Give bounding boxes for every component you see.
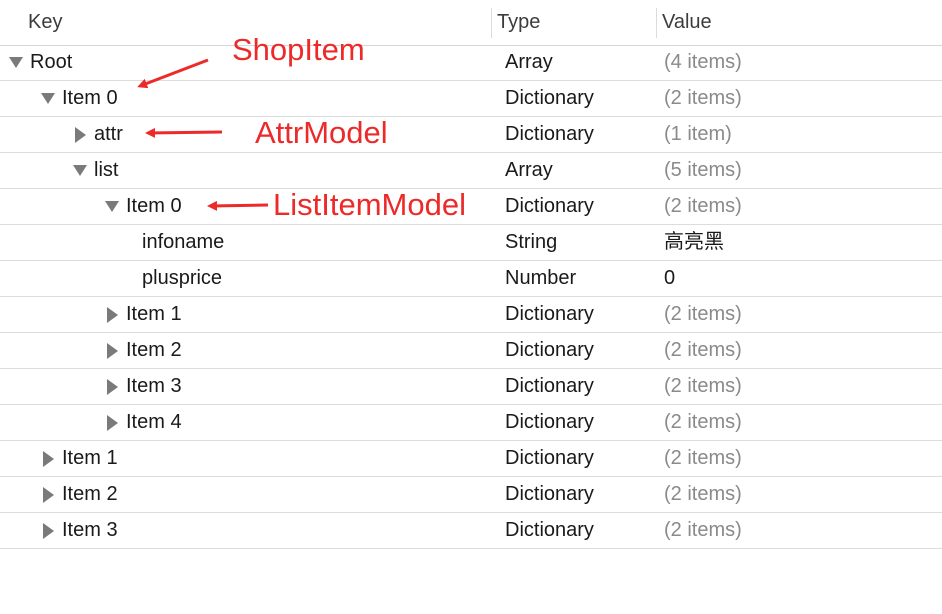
- value-cell[interactable]: (2 items): [664, 297, 934, 332]
- type-column-header[interactable]: Type: [497, 0, 540, 45]
- disclosure-collapsed-icon[interactable]: [40, 513, 56, 548]
- value-cell[interactable]: (2 items): [664, 405, 934, 440]
- key-cell: Item 2: [0, 477, 490, 512]
- column-header: Key Type Value: [0, 0, 942, 46]
- outline-row[interactable]: Item 2 Dictionary (2 items): [0, 477, 942, 513]
- shopitem-annotation: ShopItem: [232, 32, 365, 67]
- key-cell: attr: [0, 117, 490, 152]
- disclosure-collapsed-icon[interactable]: [72, 117, 88, 152]
- key-cell: plusprice: [0, 261, 490, 296]
- listitemmodel-annotation: ListItemModel: [273, 187, 466, 222]
- outline-row[interactable]: Item 4 Dictionary (2 items): [0, 405, 942, 441]
- disclosure-collapsed-icon[interactable]: [104, 333, 120, 368]
- key-cell: infoname: [0, 225, 490, 260]
- outline-row[interactable]: attr Dictionary (1 item): [0, 117, 942, 153]
- key-cell: Item 3: [0, 513, 490, 548]
- key-label[interactable]: Item 2: [62, 477, 118, 512]
- attrmodel-annotation: AttrModel: [255, 115, 388, 150]
- value-cell[interactable]: (2 items): [664, 477, 934, 512]
- outline-row[interactable]: Item 2 Dictionary (2 items): [0, 333, 942, 369]
- value-cell[interactable]: (2 items): [664, 333, 934, 368]
- key-label[interactable]: Item 3: [126, 369, 182, 404]
- key-label[interactable]: plusprice: [142, 261, 222, 296]
- key-cell: Item 1: [0, 441, 490, 476]
- key-label[interactable]: Item 1: [62, 441, 118, 476]
- key-cell: Item 2: [0, 333, 490, 368]
- outline-row[interactable]: Root Array (4 items): [0, 45, 942, 81]
- disclosure-expanded-icon[interactable]: [8, 45, 24, 80]
- disclosure-collapsed-icon[interactable]: [40, 441, 56, 476]
- key-label[interactable]: attr: [94, 117, 123, 152]
- disclosure-collapsed-icon[interactable]: [104, 369, 120, 404]
- key-label[interactable]: Item 0: [62, 81, 118, 116]
- key-cell: list: [0, 153, 490, 188]
- value-cell[interactable]: (4 items): [664, 45, 934, 80]
- outline-row[interactable]: Item 1 Dictionary (2 items): [0, 297, 942, 333]
- outline-row[interactable]: Item 0 Dictionary (2 items): [0, 81, 942, 117]
- type-cell[interactable]: String: [505, 225, 655, 260]
- key-label[interactable]: list: [94, 153, 118, 188]
- disclosure-collapsed-icon[interactable]: [40, 477, 56, 512]
- key-label[interactable]: Item 4: [126, 405, 182, 440]
- value-cell[interactable]: (2 items): [664, 81, 934, 116]
- type-cell[interactable]: Array: [505, 153, 655, 188]
- column-divider[interactable]: [656, 8, 657, 38]
- outline-row[interactable]: Item 3 Dictionary (2 items): [0, 369, 942, 405]
- value-column-header[interactable]: Value: [662, 0, 712, 45]
- value-cell[interactable]: (2 items): [664, 441, 934, 476]
- type-cell[interactable]: Dictionary: [505, 441, 655, 476]
- value-cell[interactable]: (1 item): [664, 117, 934, 152]
- value-cell[interactable]: 高亮黑: [664, 225, 934, 260]
- key-cell: Item 1: [0, 297, 490, 332]
- key-column-header[interactable]: Key: [28, 0, 62, 45]
- type-cell[interactable]: Number: [505, 261, 655, 296]
- disclosure-expanded-icon[interactable]: [40, 81, 56, 116]
- type-cell[interactable]: Dictionary: [505, 405, 655, 440]
- outline-row[interactable]: Item 3 Dictionary (2 items): [0, 513, 942, 549]
- type-cell[interactable]: Array: [505, 45, 655, 80]
- disclosure-expanded-icon[interactable]: [104, 189, 120, 224]
- key-label[interactable]: Item 3: [62, 513, 118, 548]
- disclosure-collapsed-icon[interactable]: [104, 405, 120, 440]
- value-cell[interactable]: (2 items): [664, 369, 934, 404]
- type-cell[interactable]: Dictionary: [505, 513, 655, 548]
- key-label[interactable]: Item 0: [126, 189, 182, 224]
- key-cell: Item 4: [0, 405, 490, 440]
- type-cell[interactable]: Dictionary: [505, 297, 655, 332]
- outline-row[interactable]: Item 0 Dictionary (2 items): [0, 189, 942, 225]
- outline-row[interactable]: plusprice Number 0: [0, 261, 942, 297]
- type-cell[interactable]: Dictionary: [505, 333, 655, 368]
- value-cell[interactable]: 0: [664, 261, 934, 296]
- type-cell[interactable]: Dictionary: [505, 477, 655, 512]
- value-cell[interactable]: (5 items): [664, 153, 934, 188]
- outline-row[interactable]: Item 1 Dictionary (2 items): [0, 441, 942, 477]
- type-cell[interactable]: Dictionary: [505, 81, 655, 116]
- key-label[interactable]: infoname: [142, 225, 224, 260]
- disclosure-collapsed-icon[interactable]: [104, 297, 120, 332]
- type-cell[interactable]: Dictionary: [505, 117, 655, 152]
- key-label[interactable]: Item 2: [126, 333, 182, 368]
- disclosure-expanded-icon[interactable]: [72, 153, 88, 188]
- key-label[interactable]: Root: [30, 45, 72, 80]
- key-cell: Item 0: [0, 81, 490, 116]
- key-label[interactable]: Item 1: [126, 297, 182, 332]
- type-cell[interactable]: Dictionary: [505, 369, 655, 404]
- value-cell[interactable]: (2 items): [664, 513, 934, 548]
- outline-row[interactable]: list Array (5 items): [0, 153, 942, 189]
- type-cell[interactable]: Dictionary: [505, 189, 655, 224]
- value-cell[interactable]: (2 items): [664, 189, 934, 224]
- key-cell: Item 3: [0, 369, 490, 404]
- outline-row[interactable]: infoname String 高亮黑: [0, 225, 942, 261]
- column-divider[interactable]: [491, 8, 492, 38]
